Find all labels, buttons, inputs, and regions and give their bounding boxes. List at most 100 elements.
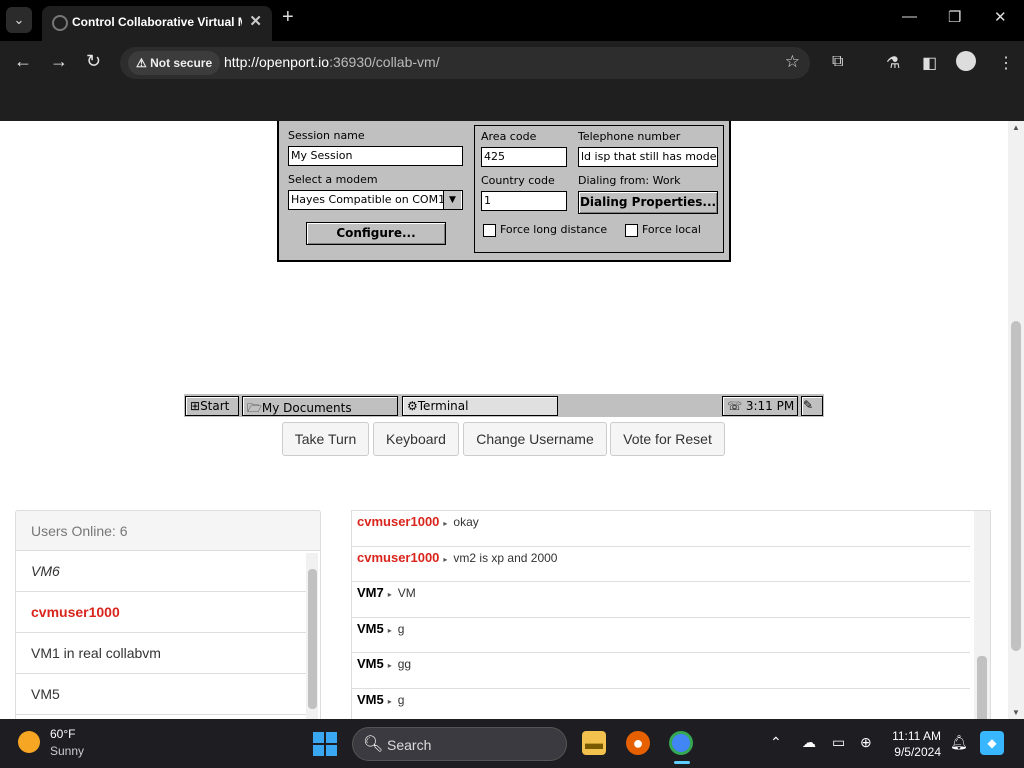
chat-username[interactable]: cvmuser1000 bbox=[357, 550, 439, 565]
display-icon[interactable]: ▭ bbox=[832, 734, 845, 751]
firefox-icon[interactable]: ● bbox=[626, 731, 650, 755]
user-row[interactable]: VM6 bbox=[16, 551, 306, 592]
session-name-input[interactable]: My Session bbox=[288, 146, 463, 166]
search-icon: 🔍︎ bbox=[363, 736, 384, 753]
taskbar-clock[interactable]: 11:11 AM 9/5/2024 bbox=[887, 728, 941, 760]
user-row[interactable]: cvmuser1000 bbox=[16, 592, 306, 633]
network-icon[interactable]: ⊕ bbox=[860, 734, 872, 751]
country-code-input[interactable]: 1 bbox=[481, 191, 567, 211]
tray-chevron-icon[interactable]: ⌃ bbox=[770, 734, 782, 751]
chat-username[interactable]: cvmuser1000 bbox=[357, 514, 439, 529]
menu-kebab-icon[interactable]: ⋮ bbox=[998, 53, 1014, 73]
telephone-input[interactable]: ld isp that still has mode bbox=[578, 147, 718, 167]
address-bar[interactable]: ⚠ Not secure http://openport.io:36930/co… bbox=[120, 47, 810, 79]
desktop-toggle-icon[interactable]: ✎ bbox=[801, 396, 823, 416]
user-row[interactable]: VM1 in real collabvm bbox=[16, 633, 306, 674]
vm-taskbar: ⊞Start 🗁My Documents ⚙Terminal ☏ 3:11 PM… bbox=[184, 393, 824, 417]
chat-arrow-icon: ▸ bbox=[443, 519, 448, 528]
chat-message: VM5 ▸ g bbox=[352, 689, 970, 720]
vm-dialog: Session name My Session Select a modem H… bbox=[277, 121, 731, 262]
chat-scroll-thumb[interactable] bbox=[977, 656, 987, 719]
scroll-down-icon[interactable]: ▼ bbox=[1012, 708, 1020, 717]
telephone-label: Telephone number bbox=[578, 130, 681, 143]
chat-username[interactable]: VM7 bbox=[357, 585, 384, 600]
page-scroll-thumb[interactable] bbox=[1011, 321, 1021, 651]
vm-task-my-documents[interactable]: 🗁My Documents bbox=[242, 396, 398, 416]
vm-task-label: My Documents bbox=[261, 401, 352, 415]
browser-tab-bar: ⌄ Control Collaborative Virtual Machine … bbox=[0, 0, 1024, 41]
windows-flag-icon: ⊞ bbox=[190, 399, 201, 413]
chat-arrow-icon: ▸ bbox=[387, 661, 392, 670]
url-text[interactable]: http://openport.io:36930/collab-vm/ bbox=[224, 54, 440, 70]
copilot-icon[interactable]: ◆ bbox=[980, 731, 1004, 755]
bookmark-bar bbox=[0, 85, 1024, 121]
dropdown-arrow-icon[interactable]: ▼ bbox=[443, 191, 461, 209]
extensions-icon[interactable]: ⧉ bbox=[832, 53, 843, 71]
vote-for-reset-button[interactable]: Vote for Reset bbox=[610, 422, 725, 456]
taskbar-search[interactable]: 🔍︎ Search bbox=[352, 727, 567, 761]
scroll-up-icon[interactable]: ▲ bbox=[1012, 123, 1020, 132]
page-content: Session name My Session Select a modem H… bbox=[0, 121, 1008, 719]
area-code-input[interactable]: 425 bbox=[481, 147, 567, 167]
configure-button[interactable]: Configure... bbox=[306, 222, 446, 245]
chat-username[interactable]: VM5 bbox=[357, 621, 384, 636]
window-close-icon[interactable]: ✕ bbox=[994, 8, 1007, 26]
chat-arrow-icon: ▸ bbox=[443, 554, 448, 564]
tab-search-button[interactable]: ⌄ bbox=[6, 7, 32, 33]
vm-start-button[interactable]: ⊞Start bbox=[185, 396, 239, 416]
minimize-icon[interactable]: — bbox=[902, 8, 917, 25]
new-tab-button[interactable]: + bbox=[282, 6, 294, 29]
force-long-distance-checkbox[interactable] bbox=[483, 224, 496, 237]
labs-flask-icon[interactable]: ⚗ bbox=[886, 53, 900, 73]
modem-tray-icon: ☏ bbox=[727, 399, 743, 413]
side-panel-icon[interactable]: ◧ bbox=[922, 53, 937, 73]
reload-icon[interactable]: ↻ bbox=[86, 51, 101, 72]
users-online-header: Users Online: 6 bbox=[16, 511, 320, 551]
restore-icon[interactable]: ❐ bbox=[948, 8, 961, 26]
warning-icon: ⚠ bbox=[136, 56, 151, 70]
chat-username[interactable]: VM5 bbox=[357, 656, 384, 671]
windows-start-icon[interactable] bbox=[313, 732, 337, 756]
change-username-button[interactable]: Change Username bbox=[463, 422, 607, 456]
profile-avatar-icon[interactable] bbox=[956, 51, 976, 71]
page-scrollbar[interactable]: ▲ ▼ bbox=[1008, 121, 1024, 719]
take-turn-button[interactable]: Take Turn bbox=[282, 422, 369, 456]
chrome-icon[interactable] bbox=[669, 731, 693, 755]
close-tab-icon[interactable]: ✕ bbox=[249, 12, 262, 30]
notification-bell-icon[interactable]: 🔔︎ bbox=[950, 734, 968, 751]
dialing-properties-button[interactable]: Dialing Properties... bbox=[578, 191, 718, 214]
force-long-distance-label: Force long distance bbox=[500, 223, 608, 236]
users-scroll-thumb[interactable] bbox=[308, 569, 317, 709]
onedrive-icon[interactable]: ☁ bbox=[802, 734, 816, 751]
chat-username[interactable]: VM5 bbox=[357, 692, 384, 707]
modem-value: Hayes Compatible on COM1 bbox=[291, 193, 446, 206]
chat-text: vm2 is xp and 2000 bbox=[453, 550, 558, 565]
chat-text: VM bbox=[397, 586, 416, 600]
vm-clock-text: 3:11 PM bbox=[745, 399, 795, 413]
force-local-checkbox[interactable] bbox=[625, 224, 638, 237]
user-row[interactable]: VM5 bbox=[16, 674, 306, 715]
chat-message: cvmuser1000 ▸ okay bbox=[352, 511, 970, 547]
users-panel: Users Online: 6 VM6 cvmuser1000 VM1 in r… bbox=[15, 510, 321, 719]
back-icon[interactable]: ← bbox=[14, 51, 32, 72]
folder-icon: 🗁 bbox=[247, 401, 262, 415]
chat-text: g bbox=[397, 621, 405, 636]
tab-title: Control Collaborative Virtual Machine bbox=[72, 15, 242, 29]
sun-icon bbox=[18, 731, 40, 753]
keyboard-button[interactable]: Keyboard bbox=[373, 422, 459, 456]
chat-text: okay bbox=[453, 515, 479, 529]
area-code-label: Area code bbox=[481, 130, 537, 143]
bookmark-star-icon[interactable]: ☆ bbox=[785, 52, 800, 72]
forward-icon[interactable]: → bbox=[50, 51, 68, 72]
dialing-from-label: Dialing from: Work bbox=[578, 174, 681, 187]
modem-select[interactable]: Hayes Compatible on COM1 ▼ bbox=[288, 190, 463, 210]
vm-task-terminal[interactable]: ⚙Terminal bbox=[402, 396, 558, 416]
users-scrollbar[interactable] bbox=[306, 553, 318, 719]
chat-panel: cvmuser1000 ▸ okay cvmuser1000 ▸ vm2 is xp a… bbox=[351, 510, 991, 719]
browser-tab[interactable]: Control Collaborative Virtual Machine ✕ bbox=[42, 6, 272, 41]
terminal-icon: ⚙ bbox=[407, 399, 418, 413]
chat-scrollbar[interactable] bbox=[974, 511, 990, 719]
file-explorer-icon[interactable]: ▬ bbox=[582, 731, 606, 755]
security-badge[interactable]: ⚠ Not secure bbox=[128, 51, 221, 75]
active-app-indicator bbox=[674, 761, 690, 764]
